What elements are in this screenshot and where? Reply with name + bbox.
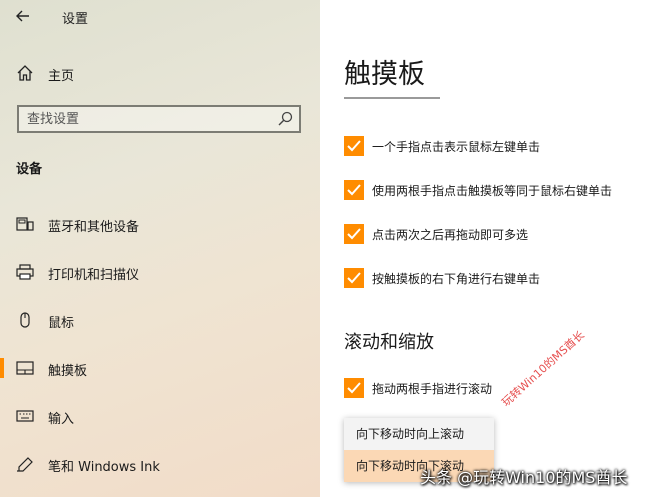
check-icon bbox=[347, 272, 361, 284]
search-input[interactable] bbox=[27, 110, 267, 128]
checkbox-two-finger-right-click[interactable]: 使用两根手指点击触摸板等同于鼠标右键单击 bbox=[344, 180, 653, 204]
mouse-icon bbox=[20, 312, 30, 328]
sidebar-item-label: 蓝牙和其他设备 bbox=[48, 220, 140, 235]
touchpad-icon bbox=[16, 361, 34, 375]
dropdown-option[interactable]: 向下移动时向上滚动 bbox=[344, 418, 494, 450]
sidebar-item-printers[interactable]: 打印机和扫描仪 bbox=[0, 256, 320, 288]
checkbox[interactable] bbox=[344, 224, 364, 244]
keyboard-icon bbox=[16, 410, 34, 422]
check-icon bbox=[347, 140, 361, 152]
sidebar-item-label: 触摸板 bbox=[48, 364, 88, 379]
search-icon[interactable] bbox=[277, 111, 293, 127]
sidebar-item-label: 主页 bbox=[48, 69, 75, 84]
bluetooth-devices-icon bbox=[16, 217, 34, 231]
sidebar-item-input[interactable]: 输入 bbox=[0, 400, 320, 432]
check-icon bbox=[347, 184, 361, 196]
selection-indicator bbox=[0, 358, 4, 378]
check-icon bbox=[347, 228, 361, 240]
arrow-left-icon bbox=[16, 10, 29, 22]
check-icon bbox=[347, 382, 361, 394]
pen-icon bbox=[17, 457, 33, 472]
back-button[interactable] bbox=[10, 4, 36, 28]
sidebar-item-bluetooth[interactable]: 蓝牙和其他设备 bbox=[0, 208, 320, 240]
page-title: 触摸板 bbox=[344, 52, 440, 99]
search-box bbox=[17, 105, 301, 133]
checkbox-label: 拖动两根手指进行滚动 bbox=[372, 382, 493, 396]
sidebar: 设置 主页 设备 蓝牙和其他设备 打印机和扫描仪 bbox=[0, 0, 320, 497]
sidebar-item-touchpad[interactable]: 触摸板 bbox=[0, 352, 320, 384]
sidebar-item-label: 打印机和扫描仪 bbox=[48, 268, 140, 283]
sidebar-item-label: 笔和 Windows Ink bbox=[48, 460, 160, 475]
home-icon bbox=[17, 65, 33, 81]
sidebar-item-home[interactable]: 主页 bbox=[0, 58, 320, 88]
checkbox-left-click[interactable]: 一个手指点击表示鼠标左键单击 bbox=[344, 136, 653, 160]
checkbox[interactable] bbox=[344, 180, 364, 200]
section-title-scroll-zoom: 滚动和缩放 bbox=[344, 332, 434, 353]
checkbox-corner-right-click[interactable]: 按触摸板的右下角进行右键单击 bbox=[344, 268, 653, 292]
printer-icon bbox=[16, 264, 34, 280]
checkbox[interactable] bbox=[344, 136, 364, 156]
checkbox[interactable] bbox=[344, 268, 364, 288]
sidebar-item-label: 输入 bbox=[48, 412, 75, 427]
checkbox-label: 一个手指点击表示鼠标左键单击 bbox=[372, 140, 541, 154]
checkbox-double-tap-drag[interactable]: 点击两次之后再拖动即可多选 bbox=[344, 224, 653, 248]
sidebar-item-label: 鼠标 bbox=[48, 316, 75, 331]
checkbox-label: 按触摸板的右下角进行右键单击 bbox=[372, 272, 541, 286]
checkbox-label: 使用两根手指点击触摸板等同于鼠标右键单击 bbox=[372, 184, 613, 198]
sidebar-item-pen[interactable]: 笔和 Windows Ink bbox=[0, 448, 320, 480]
checkbox-label: 点击两次之后再拖动即可多选 bbox=[372, 228, 529, 242]
main-content: 触摸板 一个手指点击表示鼠标左键单击 使用两根手指点击触摸板等同于鼠标右键单击 … bbox=[320, 0, 653, 497]
watermark-footer: 头条 @玩转Win10的MS酋长 bbox=[420, 468, 628, 487]
sidebar-item-mouse[interactable]: 鼠标 bbox=[0, 304, 320, 336]
group-title: 设备 bbox=[16, 162, 43, 177]
checkbox[interactable] bbox=[344, 378, 364, 398]
app-title: 设置 bbox=[62, 12, 89, 27]
title-bar: 设置 bbox=[0, 0, 320, 34]
